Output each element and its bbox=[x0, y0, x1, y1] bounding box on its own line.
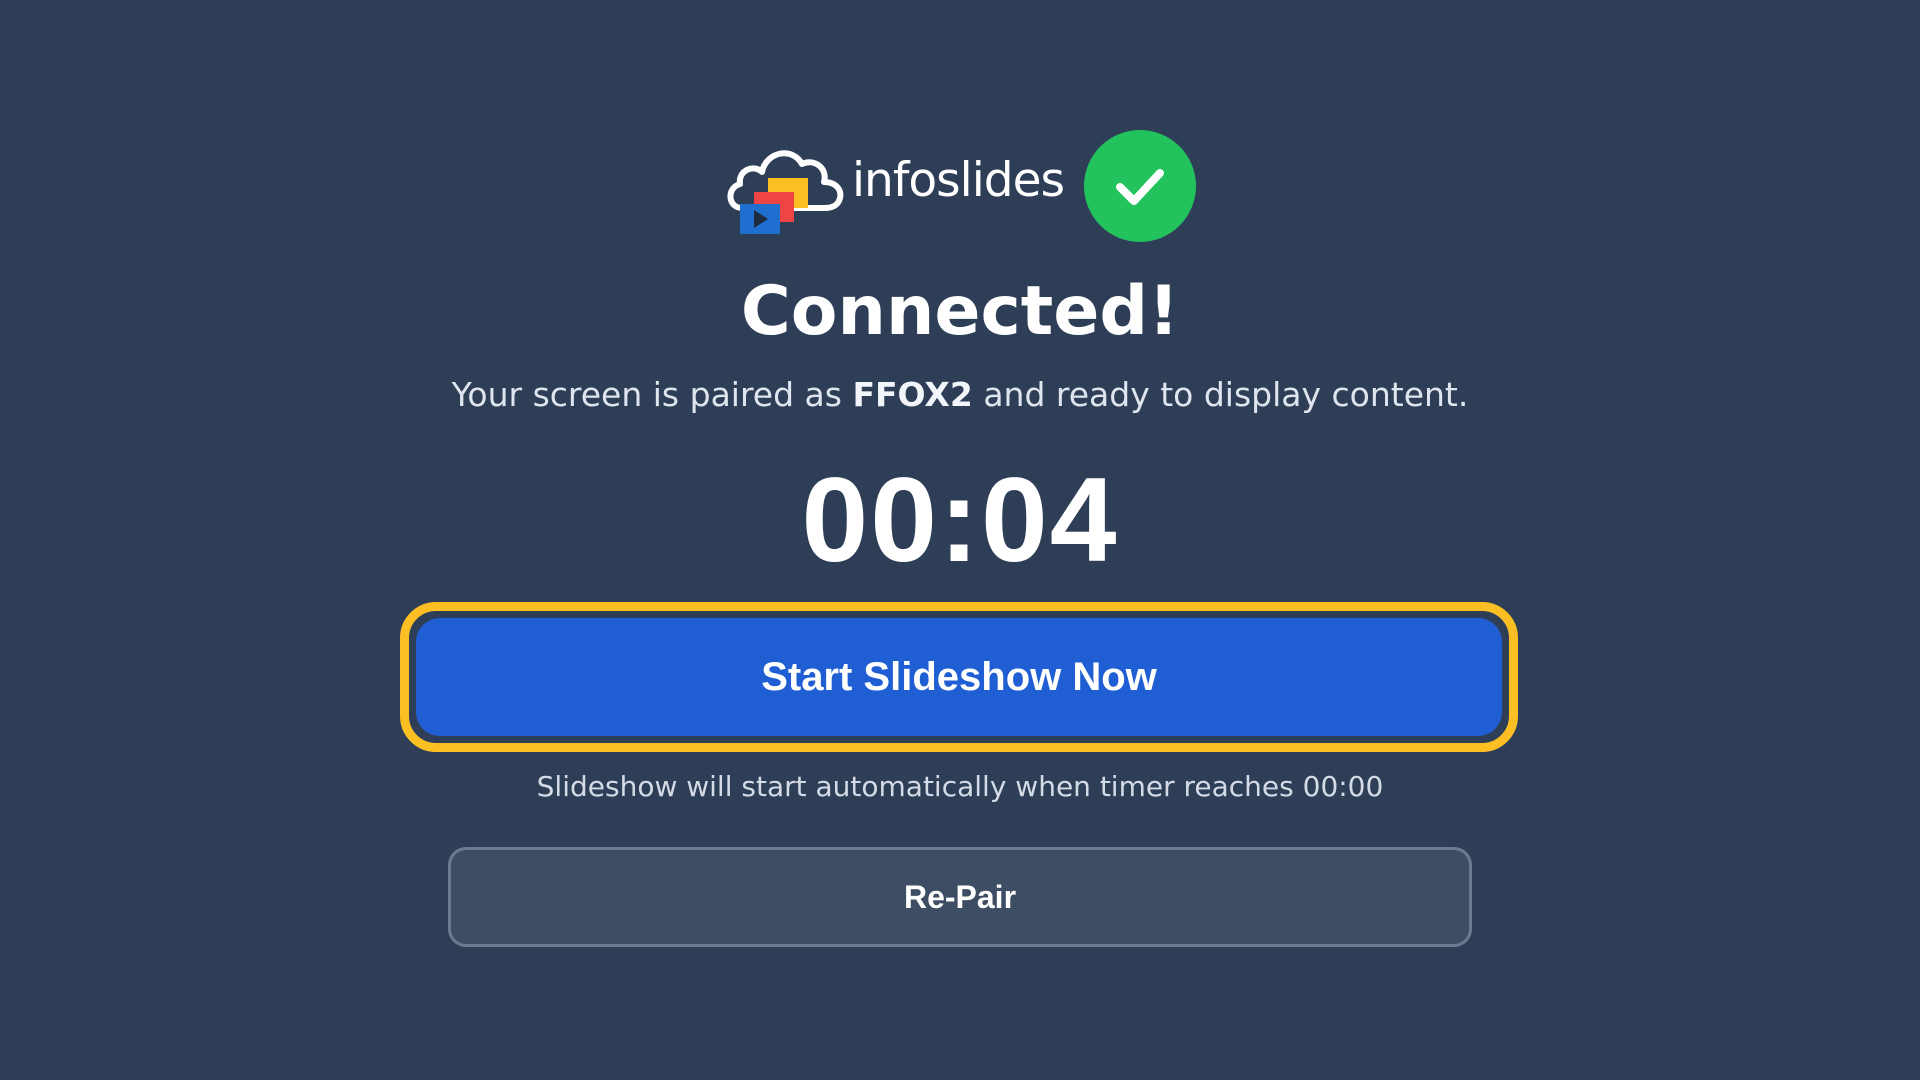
connected-status-badge bbox=[1084, 130, 1196, 242]
checkmark-icon bbox=[1116, 169, 1164, 205]
auto-start-hint: Slideshow will start automatically when … bbox=[536, 770, 1384, 803]
logo-wordmark: infoslides bbox=[852, 152, 1065, 208]
re-pair-button[interactable]: Re-Pair bbox=[448, 847, 1472, 947]
header: infoslides bbox=[0, 128, 1920, 244]
start-button-focus-ring: Start Slideshow Now bbox=[400, 602, 1518, 752]
cloud-slides-logo-icon bbox=[727, 150, 844, 234]
start-slideshow-button[interactable]: Start Slideshow Now bbox=[416, 618, 1502, 736]
countdown-timer: 00:04 bbox=[801, 453, 1119, 587]
pairing-message-suffix: and ready to display content. bbox=[972, 375, 1469, 414]
screen-name: FFOX2 bbox=[852, 375, 973, 414]
pairing-message: Your screen is paired as FFOX2 and ready… bbox=[0, 372, 1920, 418]
pairing-success-screen: infoslides Connected! Your screen is pai… bbox=[0, 0, 1920, 1080]
page-title: Connected! bbox=[740, 272, 1180, 351]
pairing-message-prefix: Your screen is paired as bbox=[451, 375, 853, 414]
infoslides-logo: infoslides bbox=[724, 128, 1065, 244]
